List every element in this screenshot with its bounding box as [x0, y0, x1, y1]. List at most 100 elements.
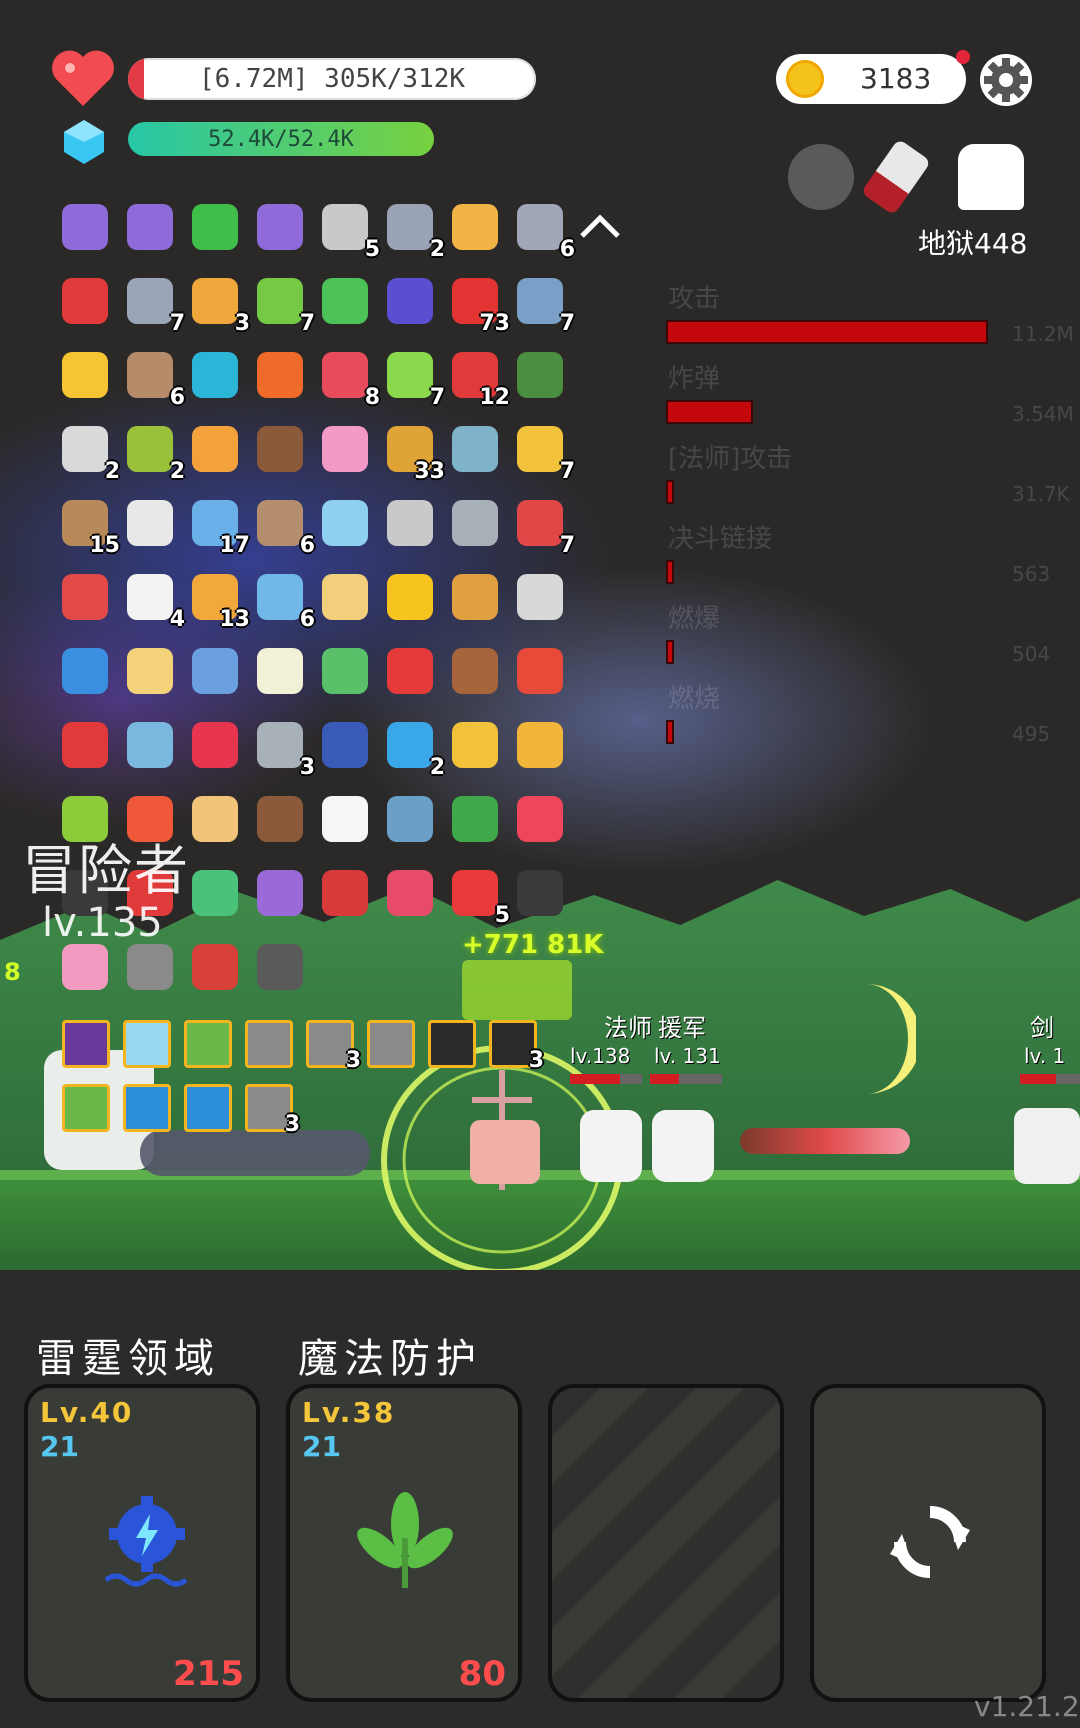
star-wand-icon[interactable] [251, 864, 309, 922]
meat-drumstick-icon[interactable] [446, 642, 504, 700]
purple-scroll-icon[interactable] [121, 198, 179, 256]
mushroom-icon[interactable] [56, 716, 114, 774]
playing-cards-icon[interactable] [121, 494, 179, 552]
buff-icon [62, 1020, 110, 1068]
crossbow-icon[interactable]: 15 [56, 494, 120, 558]
hook-icon[interactable] [56, 568, 114, 626]
refresh-skills-button[interactable] [810, 1384, 1046, 1702]
ring-icon[interactable] [446, 716, 504, 774]
stat-bar [666, 720, 674, 744]
heat-waves-icon[interactable] [511, 642, 569, 700]
tea-cup-icon[interactable] [316, 642, 374, 700]
buff-icon: 3 [245, 1084, 300, 1137]
item-shape [517, 648, 563, 694]
item-shape [322, 796, 368, 842]
briefcase-card-icon[interactable]: 2 [56, 420, 120, 484]
ice-cream-icon[interactable] [316, 420, 374, 478]
spiral-icon[interactable] [186, 346, 244, 404]
crown-icon[interactable] [186, 420, 244, 478]
watermelon-icon[interactable]: 8 [316, 346, 380, 410]
red-card-icon[interactable]: 12 [446, 346, 510, 410]
spiked-mace-icon[interactable] [511, 568, 569, 626]
skill-card-thunder[interactable]: Lv.40 21 215 [24, 1384, 260, 1702]
sun-icon[interactable] [56, 346, 114, 404]
coconut-drink-icon[interactable] [251, 420, 309, 478]
molecule-icon[interactable] [381, 494, 439, 552]
daisy-icon[interactable]: 4 [121, 568, 185, 632]
green-card-icon[interactable] [316, 272, 374, 330]
safety-pin-icon[interactable] [121, 716, 179, 774]
collapse-chevron-icon[interactable] [578, 210, 622, 240]
magic-wand-icon[interactable] [511, 716, 569, 774]
apple-icon[interactable]: 73 [446, 272, 510, 336]
thermometer-icon[interactable]: 7 [511, 494, 575, 558]
skill-card-magic-protection[interactable]: Lv.38 21 80 [286, 1384, 522, 1702]
potion-bottle-icon[interactable]: 7 [381, 346, 445, 410]
snake-icon[interactable] [446, 790, 504, 848]
spell-book-icon[interactable]: 33 [381, 420, 445, 484]
hooded-figure-icon[interactable] [381, 790, 439, 848]
bat-icon[interactable] [251, 938, 309, 996]
tombstone-door-icon[interactable]: 6 [511, 198, 575, 262]
item-shape [62, 648, 108, 694]
ghost-hands-icon[interactable] [446, 420, 504, 478]
dots-link-icon[interactable] [186, 642, 244, 700]
compass-icon[interactable] [446, 494, 504, 552]
hook-question-icon[interactable]: 5 [316, 198, 380, 262]
green-potion-icon[interactable]: 7 [251, 272, 315, 336]
speech-bubble-icon[interactable]: 2 [381, 716, 445, 780]
item-count: 5 [364, 237, 380, 262]
coin-counter[interactable]: 3183 [776, 54, 966, 104]
badge-shield-icon[interactable] [316, 864, 374, 922]
strawberry-icon[interactable] [381, 642, 439, 700]
parchment-icon[interactable] [316, 568, 374, 626]
beer-mug-icon[interactable]: 7 [511, 420, 575, 484]
ruby-icon[interactable] [186, 716, 244, 774]
bomb-icon[interactable] [511, 864, 569, 922]
bible-icon[interactable] [316, 716, 374, 774]
spiked-mine-icon[interactable]: 2 [381, 198, 445, 262]
goblet-icon[interactable] [446, 568, 504, 626]
scroll-icon[interactable]: 3 [186, 272, 250, 336]
unit-name-sword: 剑 [1030, 1014, 1054, 1042]
angel-icon[interactable] [186, 790, 244, 848]
green-figure-icon[interactable] [186, 864, 244, 922]
star-card-icon[interactable] [56, 642, 114, 700]
open-book-icon[interactable] [446, 198, 504, 256]
gear-icon[interactable] [978, 52, 1034, 108]
flame-face-icon[interactable] [251, 346, 309, 404]
purple-scroll-icon[interactable] [251, 198, 309, 256]
red-flower-pot-icon[interactable] [186, 938, 244, 996]
map-pencil-icon[interactable] [121, 642, 179, 700]
lightbulb-icon[interactable] [251, 642, 309, 700]
tinder-flame-icon[interactable] [511, 790, 569, 848]
item-count: 17 [219, 533, 250, 558]
syringe-icon[interactable]: 6 [251, 568, 315, 632]
brown-mushroom-icon[interactable] [251, 790, 309, 848]
chat-dots-icon[interactable] [316, 790, 374, 848]
item-shape [257, 500, 303, 546]
hawk-icon[interactable] [511, 346, 569, 404]
round-shield-icon[interactable]: 6 [251, 494, 315, 558]
wizard-hat-icon[interactable] [381, 272, 439, 330]
calendar-heart-icon[interactable] [56, 938, 114, 996]
refresh-icon [890, 1506, 970, 1578]
skill-slot-empty[interactable] [548, 1384, 784, 1702]
blue-tile-icon[interactable] [316, 494, 374, 552]
turtle-shell-icon[interactable]: 2 [121, 420, 185, 484]
skill-name-1: 雷霆领域 [36, 1336, 220, 1382]
sword-icon[interactable]: 7 [121, 272, 185, 336]
pill-capsule-icon[interactable]: 5 [446, 864, 510, 928]
purple-scroll-icon[interactable] [56, 198, 114, 256]
meteor-icon[interactable]: 6 [121, 346, 185, 410]
robe-icon[interactable]: 17 [186, 494, 250, 558]
item-count: 6 [299, 607, 315, 632]
jam-jar-icon[interactable] [381, 864, 439, 922]
gravestone-icon[interactable] [121, 938, 179, 996]
pineapple-icon[interactable]: 13 [186, 568, 250, 632]
sunflower-icon[interactable] [381, 568, 439, 626]
biohazard-icon[interactable] [186, 198, 244, 256]
tools-icon[interactable]: 3 [251, 716, 315, 780]
magnet-icon[interactable] [56, 272, 114, 330]
dagger-icon[interactable]: 7 [511, 272, 575, 336]
